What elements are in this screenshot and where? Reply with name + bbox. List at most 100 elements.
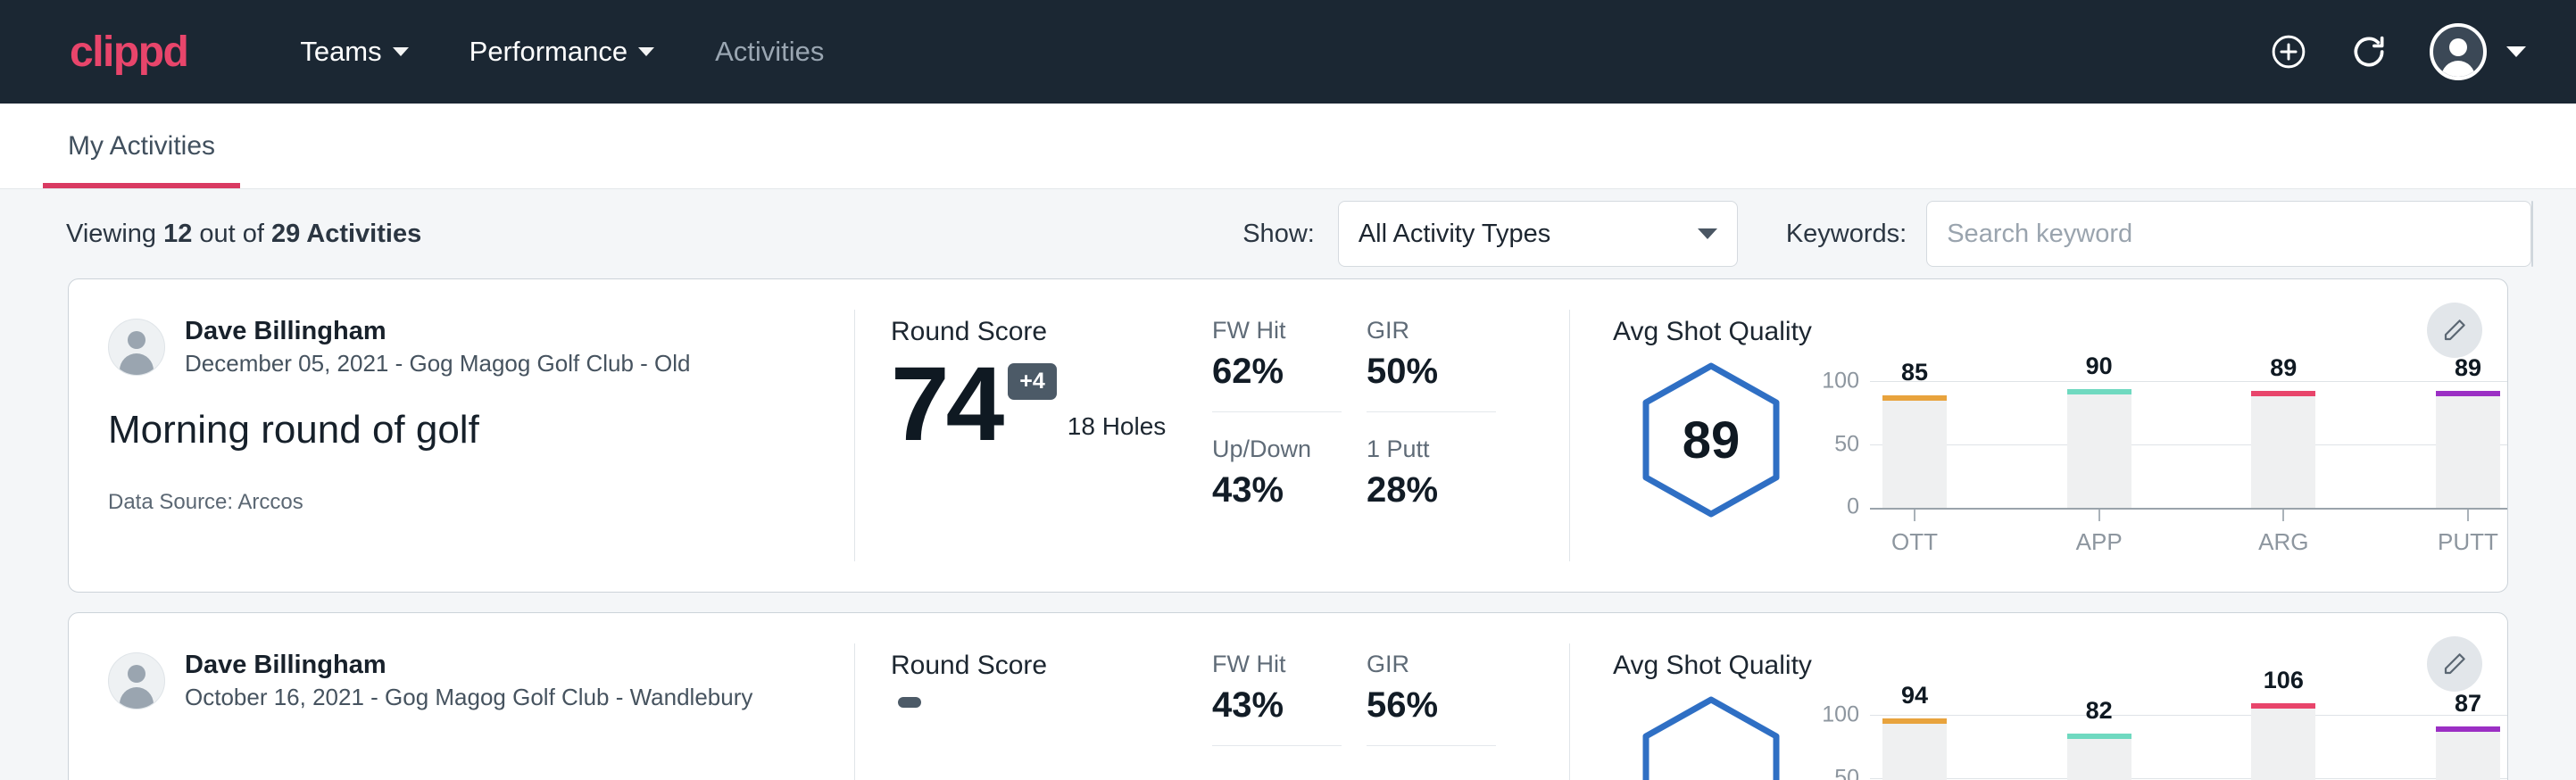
avatar [108,652,165,709]
bar-column-arg: 89 [2251,363,2315,508]
round-stats: FW Hit 62% GIR 50% Up/Down 43% 1 Putt 28… [1212,279,1569,592]
stat-label: Up/Down [1212,436,1342,463]
activity-info: Dave Billingham October 16, 2021 - Gog M… [69,613,854,780]
chart-x-axis: OTT APP ARG [1870,510,2507,560]
bar-putt [2436,396,2500,508]
pencil-icon [2441,317,2468,344]
plus-circle-icon [2269,32,2308,71]
chart-plot-area: 100 50 0 94 [1870,697,2507,780]
refresh-button[interactable] [2349,32,2389,71]
activity-author: Dave Billingham December 05, 2021 - Gog … [108,317,854,378]
filter-bar: Viewing 12 out of 29 Activities Show: Al… [0,189,2576,278]
data-source-label: Data Source: Arccos [108,490,854,515]
activity-type-value: All Activity Types [1359,220,1698,249]
bar-cap-ott [1882,718,1947,724]
avatar [108,319,165,376]
list-icon-line [2532,231,2533,237]
account-menu[interactable] [2430,23,2526,80]
avg-shot-quality-section: Avg Shot Quality 89 100 [1570,279,2507,592]
viewing-total: 29 Activities [271,220,421,248]
account-avatar-icon [2430,23,2487,80]
stat-value: 56% [1367,685,1496,726]
stat-label: FW Hit [1212,651,1342,678]
round-score-section: Round Score 74 +4 18 Holes [855,279,1212,592]
bar-value-label: 89 [2436,354,2500,382]
activity-info: Dave Billingham December 05, 2021 - Gog … [69,279,854,592]
activity-list: Dave Billingham December 05, 2021 - Gog … [0,278,2576,780]
bar-putt [2436,732,2500,780]
nav-item-activities[interactable]: Activities [685,36,854,68]
activity-meta: October 16, 2021 - Gog Magog Golf Club -… [185,684,752,711]
bar-ott [1882,401,1947,508]
quality-score-value [1640,695,1782,780]
edit-activity-button[interactable] [2427,303,2482,358]
bar-cap-putt [2436,726,2500,732]
stat-value: 50% [1367,352,1496,392]
nav-label-performance: Performance [469,36,627,68]
y-tick-label: 100 [1822,369,1859,394]
view-mode-list-button[interactable] [2532,202,2533,266]
avg-shot-quality-section: Avg Shot Quality 100 [1570,613,2507,780]
list-icon-line [2532,244,2533,250]
pencil-icon [2441,651,2468,677]
bar-value-label: 85 [1882,359,1947,386]
stat-label: 1 Putt [1367,436,1496,463]
clippd-logo[interactable]: clippd [70,28,187,77]
edit-activity-button[interactable] [2427,636,2482,692]
tab-my-activities[interactable]: My Activities [43,104,240,188]
bar-app [2067,394,2131,508]
nav-item-teams[interactable]: Teams [270,36,438,68]
bar-value-label: 94 [1882,682,1947,709]
round-score-label: Round Score [891,651,1212,681]
bar-column-putt: 87 [2436,697,2500,780]
quality-hexagon [1613,688,1809,780]
search-input[interactable] [1926,201,2531,267]
round-score-value: 74 [891,356,1001,453]
shot-quality-chart: 100 50 0 85 [1809,354,2507,560]
stat-value: 62% [1212,352,1342,392]
bar-cap-arg [2251,391,2315,396]
bar-cap-ott [1882,395,1947,401]
view-mode-toggle [2531,201,2533,267]
bar-value-label: 106 [2251,667,2315,694]
bar-column-arg: 106 [2251,697,2315,780]
tick-mark [2098,510,2100,521]
activity-card[interactable]: Dave Billingham October 16, 2021 - Gog M… [68,612,2508,780]
tick-mark [1914,510,1915,521]
activity-type-select[interactable]: All Activity Types [1338,201,1738,267]
chevron-down-icon [1698,228,1717,239]
stat-label: GIR [1367,317,1496,344]
x-tick-label: ARG [2258,528,2308,556]
keywords-label: Keywords: [1786,220,1907,249]
tab-label: My Activities [68,131,215,162]
bar-column-ott: 94 [1882,697,1947,780]
bar-value-label: 89 [2251,354,2315,382]
stat-value: 28% [1367,470,1496,510]
holes-count: 18 Holes [1068,412,1167,453]
activity-meta: December 05, 2021 - Gog Magog Golf Club … [185,350,691,378]
activity-card[interactable]: Dave Billingham December 05, 2021 - Gog … [68,278,2508,593]
round-stats: FW Hit 43% GIR 56% [1212,613,1569,780]
stat-up-down [1212,746,1342,776]
nav-item-performance[interactable]: Performance [439,36,685,68]
viewing-count: 12 [163,220,192,248]
stat-one-putt [1367,746,1496,776]
y-tick-label: 0 [1847,494,1859,520]
bar-value-label: 87 [2436,690,2500,718]
bar-app [2067,739,2131,780]
chevron-down-icon [393,47,409,56]
refresh-icon [2349,32,2389,71]
bar-column-ott: 85 [1882,363,1947,508]
add-button[interactable] [2269,32,2308,71]
stat-up-down: Up/Down 43% [1212,412,1342,510]
avg-shot-quality-label: Avg Shot Quality [1613,651,2507,681]
x-tick-label: PUTT [2438,528,2498,556]
chart-bars: 85 90 [1882,363,2500,508]
top-navbar: clippd Teams Performance Activities [0,0,2576,104]
round-score-label: Round Score [891,317,1212,347]
x-tick-label: APP [2076,528,2123,556]
avg-shot-quality-label: Avg Shot Quality [1613,317,2507,347]
tick-mark [2282,510,2284,521]
bar-cap-app [2067,389,2131,394]
shot-quality-chart: 100 50 0 94 [1809,688,2507,780]
